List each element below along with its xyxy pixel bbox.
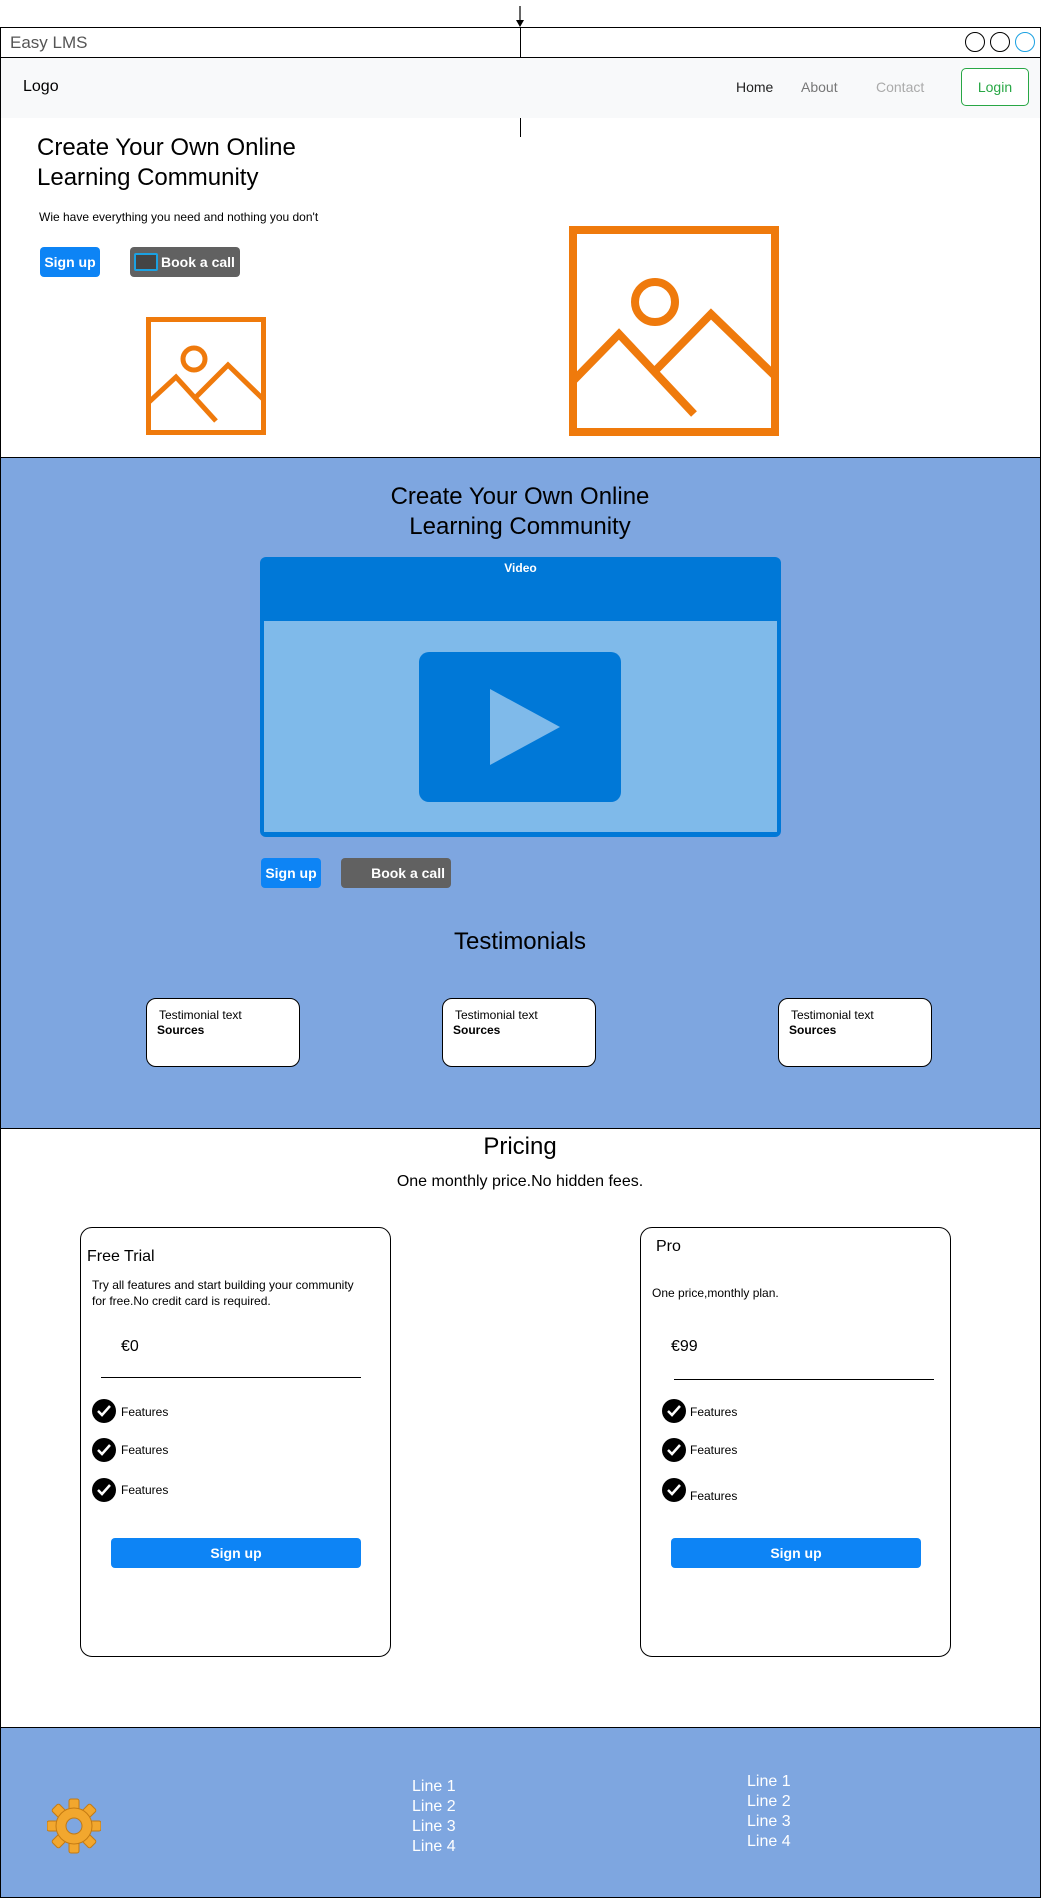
testimonial-source: Sources — [157, 1023, 205, 1037]
pricing-card-pro: Pro One price,monthly plan. €99 Features… — [640, 1227, 951, 1657]
laptop-icon — [134, 253, 158, 271]
testimonial-text: Testimonial text — [159, 1008, 242, 1022]
testimonial-card-1: Testimonial text Sources — [146, 998, 300, 1067]
arrow-down-icon — [516, 6, 524, 27]
image-placeholder-small-icon — [146, 317, 266, 435]
plan-feature: Features — [690, 1405, 738, 1419]
plan-description-line2: for free.No credit card is required. — [92, 1294, 271, 1308]
gear-icon — [47, 1798, 101, 1854]
nav-link-contact[interactable]: Contact — [876, 79, 924, 95]
plan-price: €99 — [671, 1338, 698, 1355]
footer-col2-line[interactable]: Line 1 — [747, 1772, 791, 1792]
plan-divider — [674, 1379, 934, 1380]
testimonials-title: Testimonials — [453, 928, 587, 955]
pricing-subtitle: One monthly price.No hidden fees. — [396, 1173, 644, 1190]
footer-col1-line[interactable]: Line 2 — [412, 1797, 456, 1817]
check-icon — [662, 1399, 686, 1423]
plan-price: €0 — [121, 1338, 139, 1355]
plan-signup-button[interactable]: Sign up — [671, 1538, 921, 1568]
pricing-title: Pricing — [483, 1133, 557, 1160]
footer-col2-line[interactable]: Line 2 — [747, 1792, 791, 1812]
check-icon — [662, 1478, 686, 1502]
hero-subtitle: Wie have everything you need and nothing… — [39, 210, 319, 224]
play-button[interactable] — [419, 652, 621, 802]
video-section-title: Create Your Own Online Learning Communit… — [320, 482, 720, 542]
video-book-call-button[interactable]: Book a call — [341, 858, 451, 888]
video-signup-button[interactable]: Sign up — [261, 858, 321, 888]
plan-name: Free Trial — [87, 1248, 155, 1265]
plan-divider — [101, 1377, 361, 1378]
plan-description: One price,monthly plan. — [652, 1285, 942, 1301]
plan-feature: Features — [690, 1443, 738, 1457]
navbar: Logo Home About Contact Login — [1, 58, 1040, 118]
video-player[interactable]: Video — [260, 557, 781, 837]
check-icon — [92, 1478, 116, 1502]
hero-signup-button[interactable]: Sign up — [40, 247, 100, 277]
check-icon — [662, 1438, 686, 1462]
hero-book-call-label: Book a call — [161, 254, 235, 270]
plan-name: Pro — [656, 1238, 681, 1255]
testimonial-source: Sources — [453, 1023, 501, 1037]
pricing-card-free-trial: Free Trial Try all features and start bu… — [80, 1227, 391, 1657]
hero-title-line1: Create Your Own Online — [37, 134, 296, 161]
plan-feature: Features — [690, 1489, 738, 1503]
window-title: Easy LMS — [10, 33, 88, 52]
play-icon — [490, 689, 560, 765]
footer-col2-line[interactable]: Line 3 — [747, 1812, 791, 1832]
testimonial-card-2: Testimonial text Sources — [442, 998, 596, 1067]
testimonial-text: Testimonial text — [455, 1008, 538, 1022]
footer — [1, 1727, 1040, 1897]
nav-link-about[interactable]: About — [801, 79, 838, 95]
footer-col1-line[interactable]: Line 4 — [412, 1837, 456, 1857]
footer-col1-line[interactable]: Line 3 — [412, 1817, 456, 1837]
plan-feature: Features — [121, 1443, 169, 1457]
check-icon — [92, 1399, 116, 1423]
nav-link-home[interactable]: Home — [736, 79, 773, 95]
testimonial-text: Testimonial text — [791, 1008, 874, 1022]
plan-feature: Features — [121, 1483, 169, 1497]
testimonial-card-3: Testimonial text Sources — [778, 998, 932, 1067]
plan-description-line1: Try all features and start building your… — [92, 1278, 354, 1292]
testimonial-source: Sources — [789, 1023, 837, 1037]
guide-line-lower — [520, 118, 521, 137]
window-button-2[interactable] — [990, 32, 1010, 52]
window-button-1[interactable] — [965, 32, 985, 52]
hero-title: Create Your Own Online Learning Communit… — [37, 133, 397, 193]
guide-line — [520, 28, 521, 58]
footer-col2-line[interactable]: Line 4 — [747, 1832, 791, 1852]
plan-feature: Features — [121, 1405, 169, 1419]
plan-description: Try all features and start building your… — [92, 1277, 382, 1309]
video-section-title-line2: Learning Community — [409, 513, 631, 540]
plan-signup-button[interactable]: Sign up — [111, 1538, 361, 1568]
nav-logo[interactable]: Logo — [23, 78, 59, 96]
video-section-title-line1: Create Your Own Online — [390, 483, 650, 510]
hero-title-line2: Learning Community — [37, 164, 259, 191]
plan-description-line1: One price,monthly plan. — [652, 1286, 779, 1300]
image-placeholder-large-icon — [569, 226, 779, 436]
video-label: Video — [504, 561, 537, 575]
footer-col1-line[interactable]: Line 1 — [412, 1777, 456, 1797]
hero-book-call-button[interactable]: Book a call — [130, 247, 240, 277]
window-button-3[interactable] — [1015, 32, 1035, 52]
check-icon — [92, 1438, 116, 1462]
login-button[interactable]: Login — [961, 68, 1029, 106]
